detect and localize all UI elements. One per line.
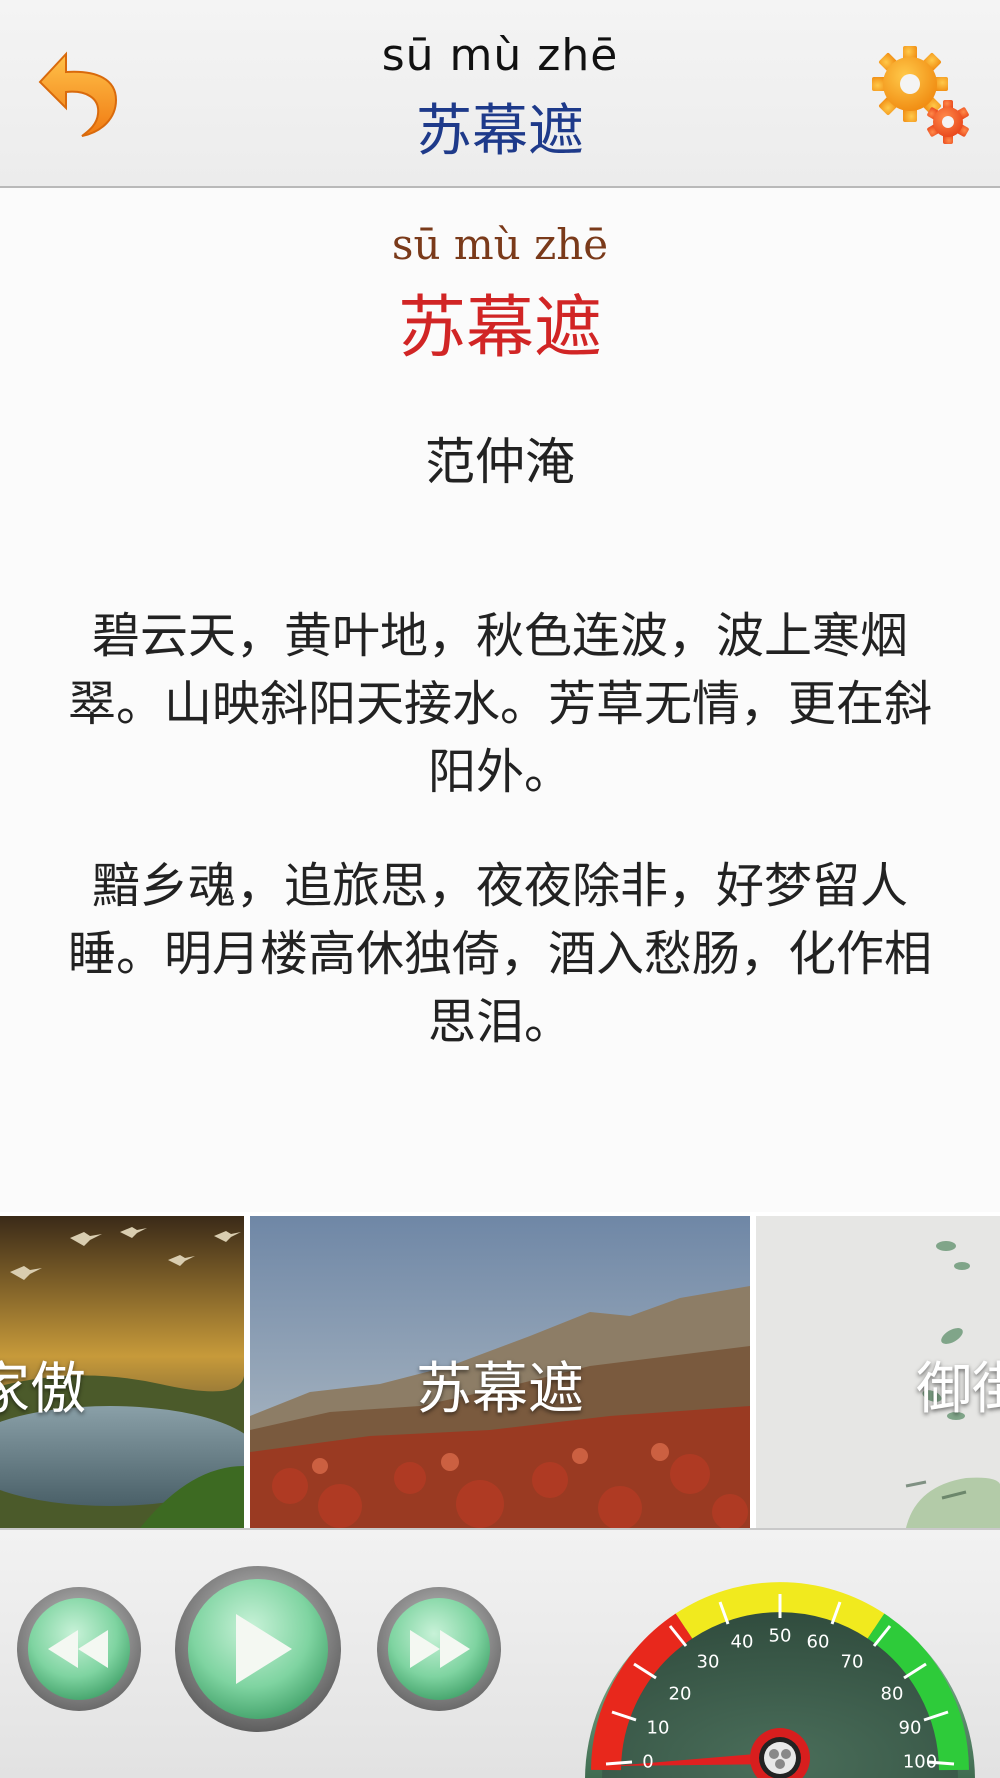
poem-pinyin: sū mù zhē: [391, 220, 609, 269]
fast-forward-button[interactable]: [376, 1586, 502, 1712]
poem-stanza-2: 黯乡魂，追旅思，夜夜除非，好梦留人睡。明月楼高休独倚，酒入愁肠，化作相思泪。: [67, 858, 932, 1050]
play-button[interactable]: [174, 1560, 342, 1738]
gauge-label: 60: [806, 1631, 830, 1653]
gauge-label: 50: [768, 1625, 792, 1647]
gauge-label: 80: [880, 1683, 904, 1705]
gauge-label: 0: [642, 1751, 654, 1773]
gauge-label: 90: [898, 1717, 922, 1739]
slide-next-label: 御街: [916, 1357, 1000, 1422]
play-icon: [175, 1566, 341, 1732]
gauge-label: 70: [840, 1651, 864, 1673]
speed-gauge-dial: [585, 1582, 975, 1778]
gauge-label: 10: [646, 1717, 670, 1739]
header-pinyin: sū mù zhē: [381, 30, 619, 81]
poem-carousel[interactable]: 家傲 苏幕遮 御街: [0, 1212, 1000, 1528]
poem-stanza-1: 碧云天，黄叶地，秋色连波，波上寒烟翠。山映斜阳天接水。芳草无情，更在斜阳外。: [67, 608, 932, 800]
navigation-bar: sū mù zhē 苏幕遮: [0, 0, 1000, 188]
playback-controls: 0 10 20 30 40 50 60 70 80 90 100: [0, 1528, 1000, 1778]
speed-gauge[interactable]: 0 10 20 30 40 50 60 70 80 90 100: [580, 1552, 980, 1778]
slide-prev-label: 家傲: [0, 1357, 86, 1422]
carousel-slide-prev[interactable]: 家傲: [0, 1216, 244, 1528]
slide-current-label: 苏幕遮: [416, 1357, 584, 1422]
gauge-label: 40: [730, 1631, 754, 1653]
fast-forward-icon: [377, 1587, 501, 1711]
poem-author: 范仲淹: [425, 433, 575, 491]
carousel-slide-current[interactable]: 苏幕遮: [250, 1216, 750, 1528]
gauge-label: 20: [668, 1683, 692, 1705]
rewind-button[interactable]: [16, 1586, 142, 1712]
poem-title: 苏幕遮: [397, 289, 602, 368]
settings-gear-icon[interactable]: [872, 42, 972, 148]
rewind-icon: [17, 1587, 141, 1711]
header-title: 苏幕遮: [416, 99, 584, 164]
carousel-slide-next[interactable]: 御街: [756, 1216, 1000, 1528]
gauge-label: 100: [902, 1751, 938, 1773]
gauge-label: 30: [696, 1651, 720, 1673]
poem-content: sū mù zhē 苏幕遮 范仲淹 碧云天，黄叶地，秋色连波，波上寒烟翠。山映斜…: [0, 190, 1000, 1212]
